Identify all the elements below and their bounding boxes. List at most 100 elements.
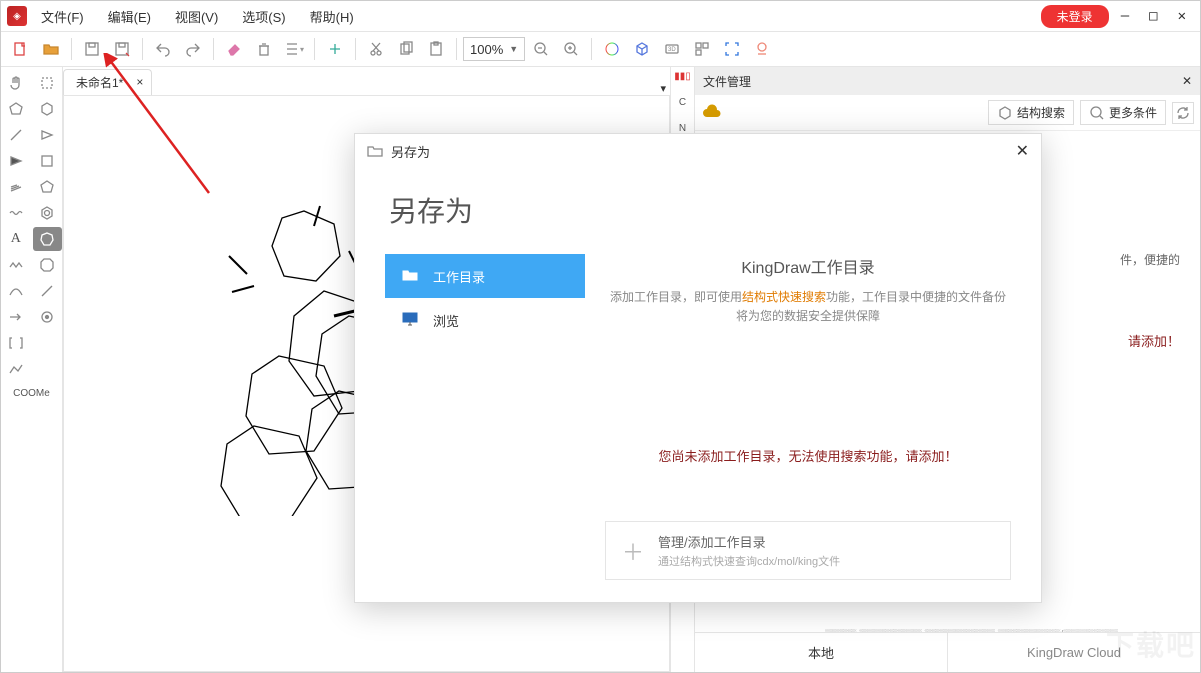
marquee-tool[interactable] bbox=[33, 71, 63, 95]
tab-cloud[interactable]: KingDraw Cloud bbox=[947, 633, 1200, 672]
magnifier-icon bbox=[1089, 105, 1105, 121]
tool-palette: A COOMe bbox=[1, 67, 63, 672]
wedge-tool[interactable] bbox=[1, 149, 31, 173]
option-work-directory-label: 工作目录 bbox=[433, 267, 485, 286]
refresh-icon bbox=[1175, 105, 1191, 121]
delete-button[interactable] bbox=[250, 35, 278, 63]
tab-menu-icon[interactable]: ▾ bbox=[660, 82, 666, 95]
file-panel-tabs: 本地 KingDraw Cloud bbox=[695, 632, 1200, 672]
cut-button[interactable] bbox=[362, 35, 390, 63]
copy-button[interactable] bbox=[392, 35, 420, 63]
blank-slot bbox=[33, 331, 63, 355]
hexagon-tool[interactable] bbox=[33, 97, 63, 121]
svg-text:3D: 3D bbox=[668, 47, 676, 53]
more-conditions-label: 更多条件 bbox=[1109, 104, 1157, 121]
save-as-button[interactable] bbox=[108, 35, 136, 63]
tab-close-icon[interactable]: × bbox=[136, 75, 143, 89]
obscured-path-line: ▒▒▒▒ ▒▒▒▒▒▒▒▒ ▒▒▒▒▒▒▒▒▒ ▒▒▒▒▒▒▒▒/▒▒▒▒▒▒▒ bbox=[825, 629, 1180, 632]
minimize-button[interactable]: — bbox=[1113, 4, 1137, 28]
monitor-icon bbox=[399, 311, 421, 330]
option-browse[interactable]: 浏览 bbox=[385, 298, 585, 342]
dialog-sidebar: 工作目录 浏览 bbox=[385, 254, 585, 584]
dialog-heading: 另存为 bbox=[385, 190, 1011, 230]
zoom-in-button[interactable] bbox=[557, 35, 585, 63]
tab-local[interactable]: 本地 bbox=[695, 633, 947, 672]
folder-icon bbox=[367, 143, 383, 159]
add-work-directory-button[interactable]: ＋ 管理/添加工作目录 通过结构式快速查询cdx/mol/king文件 bbox=[605, 521, 1011, 580]
file-panel-titlebar: 文件管理 ✕ bbox=[695, 67, 1200, 95]
radical-tool[interactable] bbox=[33, 305, 63, 329]
chain-tool[interactable] bbox=[1, 253, 31, 277]
wavy-tool[interactable] bbox=[1, 201, 31, 225]
obscured-desc-tail: 件，便捷的 bbox=[1120, 251, 1180, 268]
template-button[interactable] bbox=[688, 35, 716, 63]
maximize-button[interactable]: □ bbox=[1141, 4, 1165, 28]
folder-open-icon bbox=[399, 267, 421, 286]
line-tool[interactable] bbox=[1, 123, 31, 147]
square-tool[interactable] bbox=[33, 149, 63, 173]
zoom-level[interactable]: 100%▼ bbox=[463, 37, 525, 61]
toolbar: ▾ 100%▼ 3D bbox=[1, 31, 1200, 67]
content-warning: 您尚未添加工作目录，无法使用搜索功能，请添加！ bbox=[605, 446, 1011, 465]
menu-file[interactable]: 文件(F) bbox=[31, 3, 94, 30]
menu-options[interactable]: 选项(S) bbox=[232, 3, 295, 30]
pentagon-tool[interactable] bbox=[1, 97, 31, 121]
close-window-button[interactable]: ✕ bbox=[1170, 4, 1194, 28]
clean-button[interactable] bbox=[321, 35, 349, 63]
hexagon-search-icon bbox=[997, 105, 1013, 121]
bond-single-tool[interactable] bbox=[33, 279, 63, 303]
new-file-button[interactable] bbox=[7, 35, 35, 63]
save-button[interactable] bbox=[78, 35, 106, 63]
file-panel-title: 文件管理 bbox=[703, 73, 751, 90]
menu-edit[interactable]: 编辑(E) bbox=[98, 3, 161, 30]
menu-help[interactable]: 帮助(H) bbox=[300, 3, 364, 30]
element-c[interactable]: C bbox=[679, 97, 686, 115]
align-button[interactable]: ▾ bbox=[280, 35, 308, 63]
cloud-icon[interactable] bbox=[701, 104, 723, 122]
strip-chart-icon[interactable]: ▮▮▯ bbox=[674, 71, 691, 89]
redo-button[interactable] bbox=[179, 35, 207, 63]
obscured-warn-tail: 请添加！ bbox=[1128, 331, 1180, 350]
file-panel-close-icon[interactable]: ✕ bbox=[1182, 74, 1192, 88]
name-tool-button[interactable] bbox=[748, 35, 776, 63]
more-conditions-button[interactable]: 更多条件 bbox=[1080, 100, 1166, 125]
octagon-tool[interactable] bbox=[33, 253, 63, 277]
dialog-close-icon[interactable]: ✕ bbox=[1016, 141, 1029, 161]
polyline-tool[interactable] bbox=[1, 357, 31, 381]
open-file-button[interactable] bbox=[37, 35, 65, 63]
tab-label: 未命名1* bbox=[76, 74, 123, 91]
content-title: KingDraw工作目录 bbox=[605, 254, 1011, 278]
tab-untitled[interactable]: 未命名1* × bbox=[63, 69, 152, 95]
zoom-value: 100% bbox=[470, 42, 503, 57]
login-button[interactable]: 未登录 bbox=[1041, 5, 1109, 28]
dash-wedge-tool[interactable] bbox=[1, 175, 31, 199]
paste-button[interactable] bbox=[422, 35, 450, 63]
dialog-content: KingDraw工作目录 添加工作目录，即可使用结构式快速搜索功能，工作目录中便… bbox=[605, 254, 1011, 584]
content-description: 添加工作目录，即可使用结构式快速搜索功能，工作目录中便捷的文件备份将为您的数据安… bbox=[605, 288, 1011, 326]
hand-tool[interactable] bbox=[1, 71, 31, 95]
menu-view[interactable]: 视图(V) bbox=[165, 3, 228, 30]
structure-search-button[interactable]: 结构搜索 bbox=[988, 100, 1074, 125]
triangle-tool[interactable] bbox=[33, 123, 63, 147]
coome-label[interactable]: COOMe bbox=[1, 383, 62, 403]
3d-view-button[interactable]: 3D bbox=[658, 35, 686, 63]
arrow-tool[interactable] bbox=[1, 305, 31, 329]
undo-button[interactable] bbox=[149, 35, 177, 63]
pentagon2-tool[interactable] bbox=[33, 175, 63, 199]
text-tool[interactable]: A bbox=[1, 227, 31, 251]
zoom-out-button[interactable] bbox=[527, 35, 555, 63]
capture-button[interactable] bbox=[718, 35, 746, 63]
app-icon: ◈ bbox=[7, 6, 27, 26]
ring-color-button[interactable] bbox=[598, 35, 626, 63]
option-browse-label: 浏览 bbox=[433, 311, 459, 330]
option-work-directory[interactable]: 工作目录 bbox=[385, 254, 585, 298]
eraser-button[interactable] bbox=[220, 35, 248, 63]
dialog-title: 另存为 bbox=[391, 142, 430, 161]
refresh-button[interactable] bbox=[1172, 102, 1194, 124]
heptagon-tool[interactable] bbox=[33, 227, 63, 251]
cube-outline-button[interactable] bbox=[628, 35, 656, 63]
save-as-dialog: 另存为 ✕ 另存为 工作目录 浏览 KingDraw工作目录 添加工作目录，即可… bbox=[354, 133, 1042, 603]
curve-tool[interactable] bbox=[1, 279, 31, 303]
bracket-tool[interactable] bbox=[1, 331, 31, 355]
benzene-tool[interactable] bbox=[33, 201, 63, 225]
